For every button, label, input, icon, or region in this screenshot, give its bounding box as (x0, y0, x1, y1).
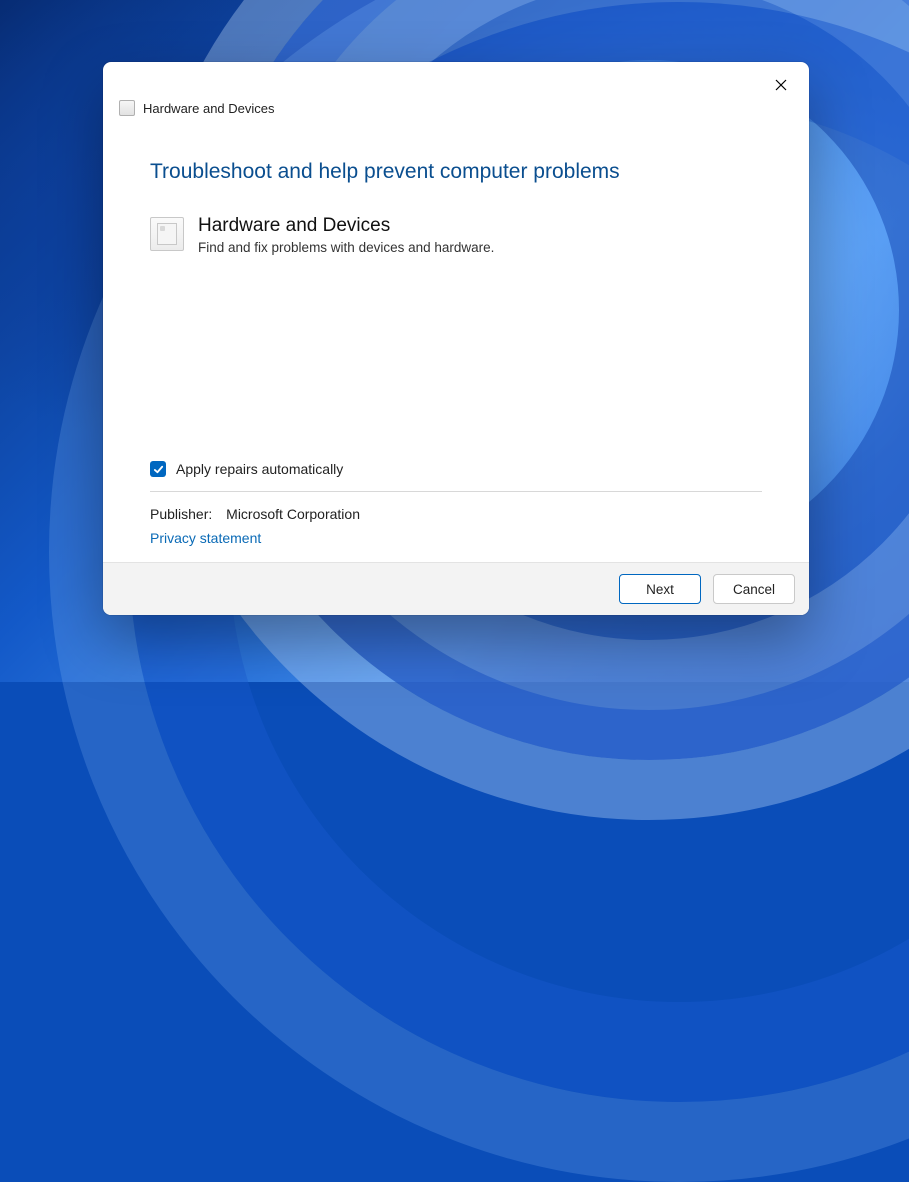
window-header: Hardware and Devices (103, 96, 809, 120)
publisher-row: Publisher: Microsoft Corporation (150, 506, 762, 522)
publisher-value: Microsoft Corporation (226, 506, 360, 522)
next-button[interactable]: Next (619, 574, 701, 604)
checkbox-box (150, 461, 166, 477)
item-description: Find and fix problems with devices and h… (198, 240, 494, 255)
troubleshooter-dialog: Hardware and Devices Troubleshoot and he… (103, 62, 809, 615)
apply-repairs-checkbox[interactable]: Apply repairs automatically (150, 461, 343, 477)
divider (150, 491, 762, 492)
close-icon (775, 79, 787, 91)
window-title: Hardware and Devices (143, 101, 275, 116)
dialog-content: Troubleshoot and help prevent computer p… (103, 120, 809, 562)
dialog-footer: Next Cancel (103, 562, 809, 615)
device-icon (150, 217, 184, 251)
item-title: Hardware and Devices (198, 214, 494, 238)
apply-repairs-label: Apply repairs automatically (176, 461, 343, 477)
page-title: Troubleshoot and help prevent computer p… (150, 160, 762, 184)
publisher-label: Publisher: (150, 506, 212, 522)
troubleshooter-item: Hardware and Devices Find and fix proble… (150, 214, 762, 255)
cancel-button[interactable]: Cancel (713, 574, 795, 604)
troubleshooter-icon (119, 100, 135, 116)
titlebar (103, 62, 809, 100)
checkmark-icon (153, 464, 164, 475)
privacy-statement-link[interactable]: Privacy statement (150, 530, 261, 546)
